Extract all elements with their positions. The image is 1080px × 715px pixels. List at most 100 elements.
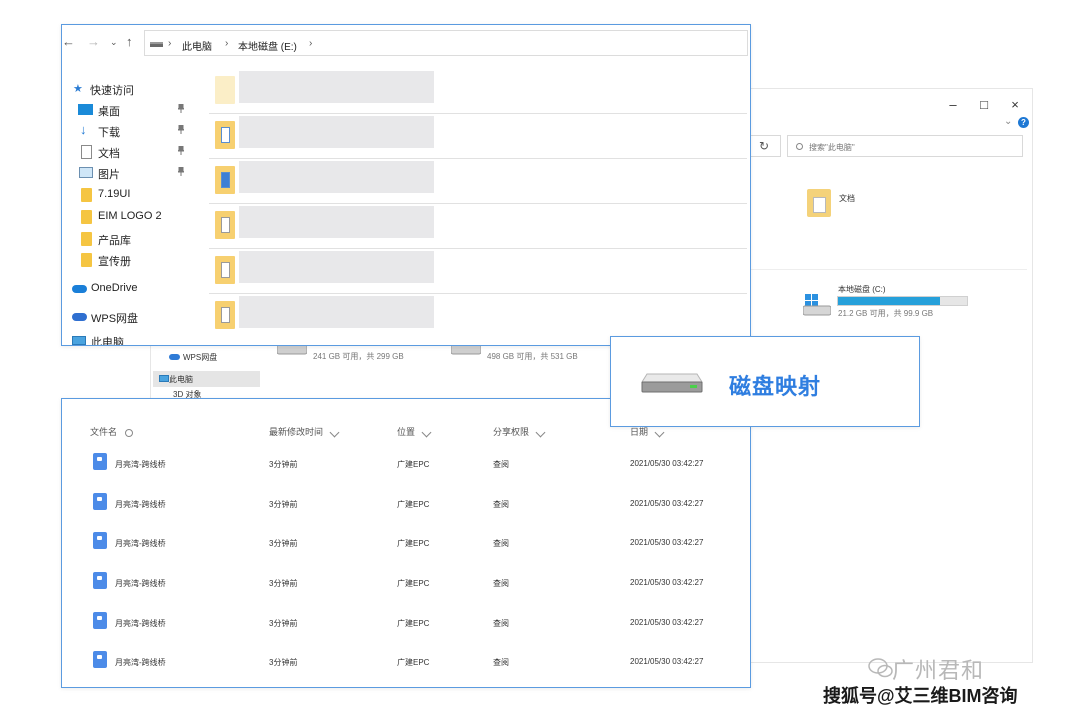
breadcrumb-this-pc[interactable]: 此电脑 [182,38,212,53]
cell-name: 月亮湾-跨线桥 [115,658,166,667]
folder-icon [215,256,235,284]
column-header-name[interactable]: 文件名 [90,425,134,438]
cell-permission: 查阅 [493,658,509,667]
column-header-location[interactable]: 位置 [397,425,432,438]
cell-name: 月亮湾-跨线桥 [115,500,166,509]
file-row[interactable] [209,204,747,249]
folder-icon [81,188,92,202]
cell-modified: 3分钟前 [269,579,298,588]
documents-label[interactable]: 文档 [839,193,855,204]
sidebar-item-folder[interactable]: 7.19UI [62,185,190,205]
file-name-placeholder [239,161,434,193]
callout-title: 磁盘映射 [729,374,822,399]
download-icon: ↓ [80,122,87,137]
folder-icon [81,253,92,267]
sidebar-item-desktop[interactable]: 桌面 [62,100,190,120]
folder-icon [215,121,235,149]
hard-drive-icon [641,373,703,393]
windows-drive-icon[interactable] [803,292,831,316]
cell-name: 月亮湾-跨线桥 [115,460,166,469]
sidebar-onedrive[interactable]: OneDrive [62,279,190,299]
breadcrumb-separator-icon: › [309,38,313,49]
drive-c-name[interactable]: 本地磁盘 (C:) [838,284,886,295]
table-row[interactable]: 月亮湾-跨线桥 3分钟前 广建EPC 查阅 2021/05/30 03:42:2… [62,643,750,681]
sidebar-item-folder[interactable]: 宣传册 [62,250,190,270]
drive-c-usage-fill [838,297,940,305]
sidebar-item-downloads[interactable]: ↓ 下载 [62,121,190,141]
cell-date: 2021/05/30 03:42:27 [630,578,704,587]
cell-name: 月亮湾-跨线桥 [115,539,166,548]
chevron-down-icon[interactable] [329,427,340,438]
chevron-down-icon[interactable]: ⌄ [1004,116,1012,127]
forward-arrow-icon[interactable]: → [87,34,100,49]
close-button[interactable]: × [1005,97,1025,112]
column-header-permission[interactable]: 分享权限 [493,425,546,438]
breadcrumb-drive-e[interactable]: 本地磁盘 (E:) [238,38,297,53]
search-icon[interactable] [125,429,134,437]
chevron-down-icon[interactable] [654,427,665,438]
shared-files-panel: 文件名 最新修改时间 位置 分享权限 日期 月亮湾-跨线桥 3分钟前 广建EPC… [61,398,751,688]
nav-this-pc[interactable]: 此电脑 [153,371,260,387]
file-row[interactable] [209,294,747,339]
help-icon[interactable]: ? [1018,117,1029,128]
computer-icon [72,336,86,345]
cell-location: 广建EPC [397,579,430,588]
folder-icon [215,166,235,194]
chevron-down-icon[interactable] [535,427,546,438]
pin-icon[interactable] [178,146,184,155]
up-arrow-icon[interactable]: ↑ [126,34,133,49]
sidebar-quick-access[interactable]: ★ 快速访问 [62,79,190,99]
navigation-pane: ★ 快速访问 桌面 ↓ 下载 文档 图片 7.19UI EIM LOGO 2 产… [62,69,192,345]
table-row[interactable]: 月亮湾-跨线桥 3分钟前 广建EPC 查阅 2021/05/30 03:42:2… [62,604,750,642]
table-row[interactable]: 月亮湾-跨线桥 3分钟前 广建EPC 查阅 2021/05/30 03:42:2… [62,524,750,562]
file-row[interactable] [209,114,747,159]
document-icon [81,145,92,159]
watermark-brand: 广州君和 [892,658,985,683]
folder-icon [215,211,235,239]
recent-chevron-icon[interactable]: ⌄ [110,37,118,48]
drive-c-usage-bar [837,296,968,306]
disk-mapping-callout: 磁盘映射 [610,336,920,427]
file-row[interactable] [209,159,747,204]
address-bar[interactable]: › 此电脑 › 本地磁盘 (E:) › [144,30,748,56]
star-icon: ★ [73,83,83,95]
cell-permission: 查阅 [493,579,509,588]
cell-name: 月亮湾-跨线桥 [115,579,166,588]
divider [751,269,1027,270]
column-header-modified[interactable]: 最新修改时间 [269,425,340,438]
cell-location: 广建EPC [397,539,430,548]
file-row[interactable] [209,249,747,294]
cell-permission: 查阅 [493,619,509,628]
toolbar: ← → ⌄ ↑ › 此电脑 › 本地磁盘 (E:) › [62,25,750,59]
back-arrow-icon[interactable]: ← [62,34,75,49]
sidebar-this-pc[interactable]: 此电脑 [62,331,190,345]
file-row[interactable] [209,69,747,114]
chevron-down-icon[interactable] [421,427,432,438]
table-row[interactable]: 月亮湾-跨线桥 3分钟前 广建EPC 查阅 2021/05/30 03:42:2… [62,564,750,602]
table-row[interactable]: 月亮湾-跨线桥 3分钟前 广建EPC 查阅 2021/05/30 03:42:2… [62,445,750,483]
sidebar-item-documents[interactable]: 文档 [62,142,190,162]
document-icon [93,532,107,549]
pin-icon[interactable] [178,104,184,113]
cell-modified: 3分钟前 [269,619,298,628]
sidebar-item-folder[interactable]: EIM LOGO 2 [62,207,190,227]
file-name-placeholder [239,296,434,328]
minimize-button[interactable]: – [943,97,963,112]
documents-folder-icon[interactable] [807,189,831,217]
cell-location: 广建EPC [397,619,430,628]
sidebar-wps-drive[interactable]: WPS网盘 [62,307,190,327]
drive-c-free-text: 21.2 GB 可用，共 99.9 GB [838,309,934,318]
nav-wps-drive[interactable]: WPS网盘 [169,352,217,363]
pin-icon[interactable] [178,167,184,176]
cell-modified: 3分钟前 [269,500,298,509]
sidebar-item-pictures[interactable]: 图片 [62,163,190,183]
sidebar-item-folder[interactable]: 产品库 [62,229,190,249]
watermark-account: 搜狐号@艾三维BIM咨询 [823,686,1018,706]
search-input[interactable]: 搜索"此电脑" [787,135,1023,157]
table-row[interactable]: 月亮湾-跨线桥 3分钟前 广建EPC 查阅 2021/05/30 03:42:2… [62,485,750,523]
cell-modified: 3分钟前 [269,658,298,667]
refresh-icon[interactable]: ↻ [759,139,769,153]
maximize-button[interactable]: □ [974,97,994,112]
cloud-icon [72,313,87,321]
pin-icon[interactable] [178,125,184,134]
